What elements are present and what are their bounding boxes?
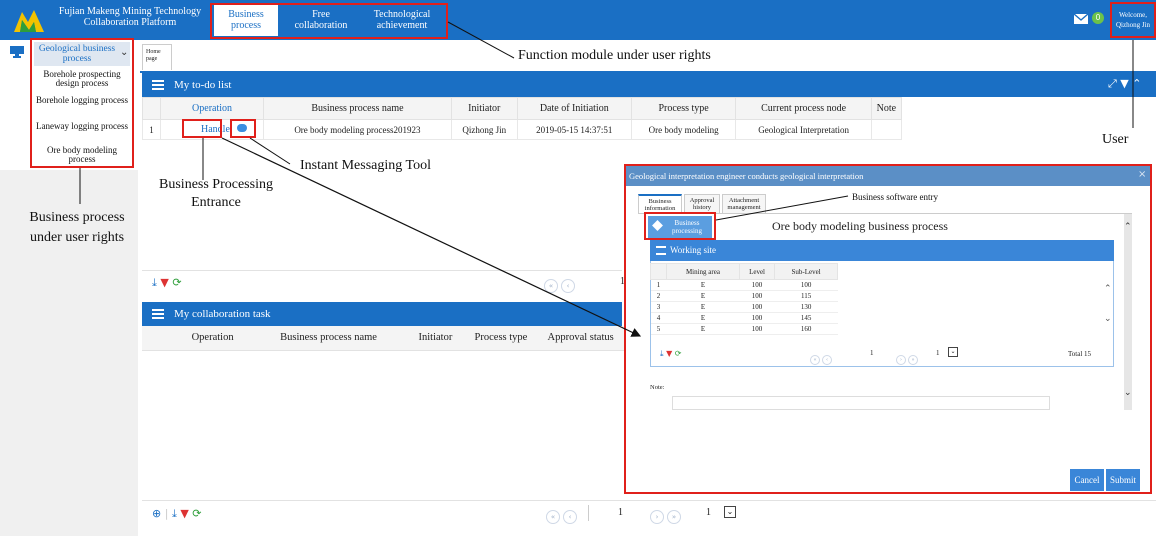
annotation-lines (79, 21, 1134, 337)
annotation-function-module: Function module under user rights (518, 48, 711, 63)
annotation-instant-messaging: Instant Messaging Tool (300, 158, 431, 173)
annotation-business-entrance: Business Processing Entrance (159, 177, 273, 210)
annotation-business-under-rights: Business process under user rights (29, 210, 125, 245)
annotation-software-entry: Business software entry (852, 192, 938, 202)
annotation-ore-body: Ore body modeling business process (772, 219, 948, 233)
annotation-user: User (1102, 132, 1129, 147)
